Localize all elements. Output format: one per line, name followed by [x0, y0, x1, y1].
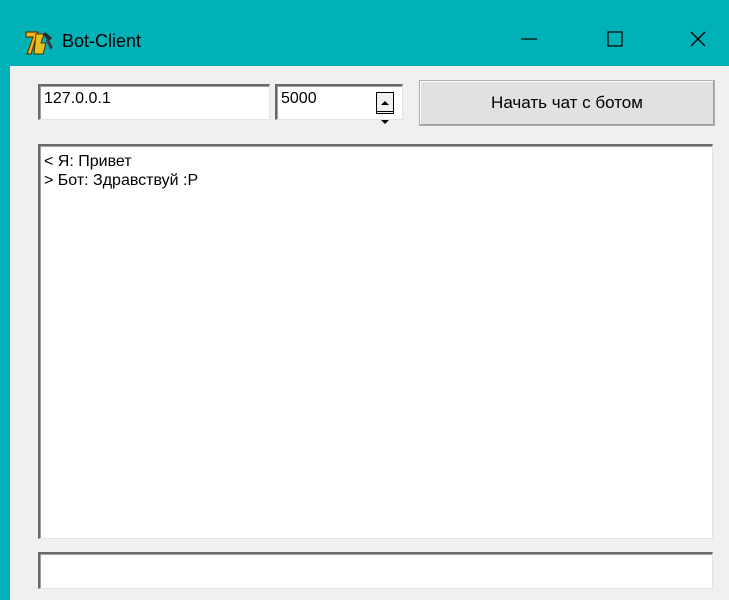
spin-down-button[interactable]	[377, 112, 393, 130]
chat-log[interactable]: < Я: Привет > Бот: Здравствуй :P	[38, 144, 713, 539]
ip-address-value: 127.0.0.1	[44, 90, 111, 107]
chat-line: < Я: Привет	[44, 153, 132, 170]
port-spin-edit[interactable]: 5000	[275, 84, 403, 124]
window-title: Bot-Client	[62, 31, 142, 51]
arrow-up-icon	[380, 93, 390, 111]
maximize-icon	[605, 29, 625, 54]
title-bar[interactable]: Bot-Client	[0, 0, 729, 66]
close-button[interactable]	[675, 22, 721, 60]
chat-lines: < Я: Привет > Бот: Здравствуй :P	[40, 152, 198, 190]
spin-up-button[interactable]	[377, 93, 393, 112]
arrow-down-icon	[380, 112, 390, 130]
port-spinner[interactable]	[376, 92, 394, 124]
chat-line: > Бот: Здравствуй :P	[44, 172, 199, 189]
start-chat-button[interactable]: Начать чат с ботом	[419, 80, 715, 126]
app-window: Bot-Client 127.0.0.1 5000 Начать чат с б…	[0, 0, 729, 600]
client-area: 127.0.0.1 5000 Начать чат с ботом < Я: П…	[10, 66, 729, 600]
maximize-button[interactable]	[592, 22, 638, 60]
minimize-icon	[519, 29, 539, 54]
close-icon	[688, 29, 708, 54]
minimize-button[interactable]	[506, 22, 552, 60]
delphi-app-icon	[22, 26, 56, 60]
message-input[interactable]	[38, 552, 713, 589]
ip-address-input[interactable]: 127.0.0.1	[38, 84, 270, 120]
port-value: 5000	[281, 90, 317, 107]
